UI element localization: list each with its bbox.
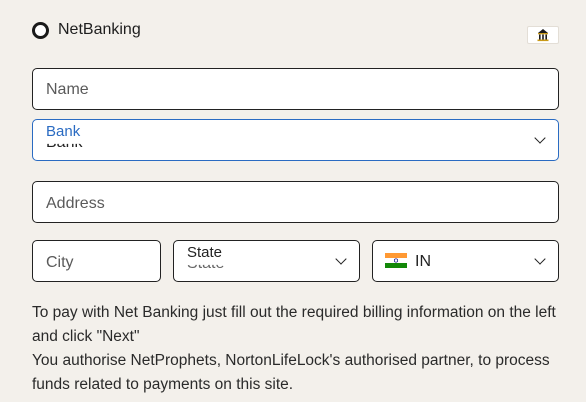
address-input[interactable]: Address (32, 181, 559, 223)
address-placeholder: Address (46, 195, 105, 212)
country-code: IN (415, 253, 431, 270)
bank-floating-label: Bank (46, 123, 81, 140)
chevron-down-icon (335, 253, 347, 265)
name-input[interactable]: Name (32, 68, 559, 110)
info-instructions: To pay with Net Banking just fill out th… (32, 304, 556, 345)
netbanking-radio[interactable] (32, 22, 49, 39)
india-flag-icon (385, 253, 407, 268)
chevron-down-icon (534, 253, 546, 265)
city-input[interactable]: City (32, 240, 161, 282)
state-floating-label: State (187, 244, 223, 261)
payment-method-label[interactable]: NetBanking (58, 21, 141, 39)
bank-select[interactable]: Bank Bank (32, 119, 559, 161)
chevron-down-icon (534, 132, 546, 144)
info-authorisation: You authorise NetProphets, NortonLifeLoc… (32, 352, 550, 393)
bank-building-icon (527, 26, 559, 44)
netbanking-info: To pay with Net Banking just fill out th… (32, 301, 572, 397)
name-placeholder: Name (46, 81, 89, 98)
state-select[interactable]: State State (173, 240, 360, 282)
city-placeholder: City (46, 254, 74, 271)
country-select[interactable]: IN (372, 240, 559, 282)
